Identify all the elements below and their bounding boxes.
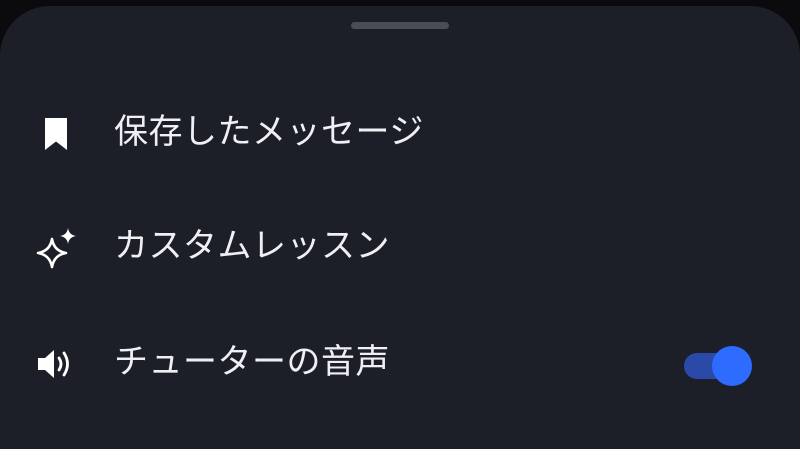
menu-item-tutor-voice[interactable]: チューターの音声 [0, 322, 800, 402]
sheet-drag-handle[interactable] [351, 22, 449, 29]
speaker-icon [38, 350, 69, 378]
toggle-knob [712, 346, 752, 386]
sparkles-icon [36, 228, 76, 269]
bottom-sheet: 保存したメッセージ カスタムレッスン チューターの音声 [0, 6, 800, 449]
menu-item-label: カスタムレッスン [114, 226, 390, 266]
menu-item-label: 保存したメッセージ [114, 112, 424, 152]
menu-item-custom-lessons[interactable]: カスタムレッスン [0, 206, 800, 286]
bookmark-icon [45, 118, 67, 150]
tutor-voice-toggle[interactable] [684, 345, 756, 387]
menu-item-saved-messages[interactable]: 保存したメッセージ [0, 92, 800, 172]
menu-item-label: チューターの音声 [114, 342, 390, 382]
